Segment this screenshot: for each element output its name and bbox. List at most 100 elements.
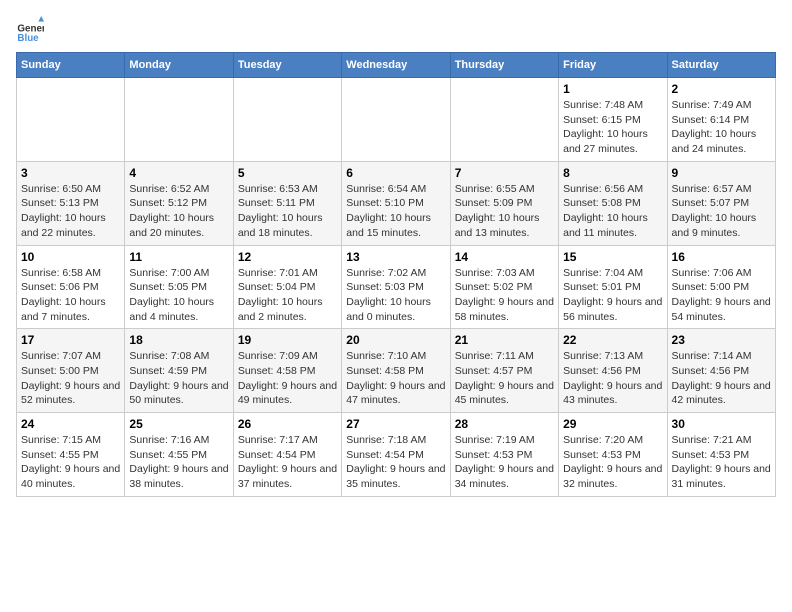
calendar-cell: 25 Sunrise: 7:16 AMSunset: 4:55 PMDayligh… [125, 413, 233, 497]
cell-day-number: 18 [129, 333, 228, 347]
cell-day-number: 23 [672, 333, 771, 347]
cell-day-number: 26 [238, 417, 337, 431]
cell-day-number: 1 [563, 82, 662, 96]
calendar-week-row: 17 Sunrise: 7:07 AMSunset: 5:00 PMDayligh… [17, 329, 776, 413]
cell-info: Sunrise: 7:03 AMSunset: 5:02 PMDaylight:… [455, 266, 554, 325]
calendar-cell: 23 Sunrise: 7:14 AMSunset: 4:56 PMDayligh… [667, 329, 775, 413]
calendar-cell: 18 Sunrise: 7:08 AMSunset: 4:59 PMDayligh… [125, 329, 233, 413]
cell-day-number: 17 [21, 333, 120, 347]
calendar-cell: 21 Sunrise: 7:11 AMSunset: 4:57 PMDayligh… [450, 329, 558, 413]
dow-header: Thursday [450, 53, 558, 78]
cell-day-number: 15 [563, 250, 662, 264]
cell-info: Sunrise: 6:58 AMSunset: 5:06 PMDaylight:… [21, 266, 120, 325]
calendar-cell: 6 Sunrise: 6:54 AMSunset: 5:10 PMDaylight… [342, 161, 450, 245]
calendar-week-row: 1Sunrise: 7:48 AMSunset: 6:15 PMDaylight… [17, 78, 776, 162]
calendar-cell [125, 78, 233, 162]
calendar-cell: 24 Sunrise: 7:15 AMSunset: 4:55 PMDayligh… [17, 413, 125, 497]
cell-info: Sunrise: 7:11 AMSunset: 4:57 PMDaylight:… [455, 349, 554, 408]
calendar-cell: 4 Sunrise: 6:52 AMSunset: 5:12 PMDaylight… [125, 161, 233, 245]
calendar-cell [450, 78, 558, 162]
cell-info: Sunrise: 7:13 AMSunset: 4:56 PMDaylight:… [563, 349, 662, 408]
cell-day-number: 9 [672, 166, 771, 180]
dow-header: Sunday [17, 53, 125, 78]
dow-header: Saturday [667, 53, 775, 78]
header-area: General Blue [16, 16, 776, 44]
cell-day-number: 25 [129, 417, 228, 431]
calendar-cell: 27 Sunrise: 7:18 AMSunset: 4:54 PMDayligh… [342, 413, 450, 497]
calendar-cell: 13 Sunrise: 7:02 AMSunset: 5:03 PMDayligh… [342, 245, 450, 329]
cell-day-number: 8 [563, 166, 662, 180]
cell-info: Sunrise: 6:50 AMSunset: 5:13 PMDaylight:… [21, 182, 120, 241]
cell-info: Sunrise: 6:55 AMSunset: 5:09 PMDaylight:… [455, 182, 554, 241]
cell-day-number: 19 [238, 333, 337, 347]
cell-info: Sunrise: 7:18 AMSunset: 4:54 PMDaylight:… [346, 433, 445, 492]
calendar-cell: 7 Sunrise: 6:55 AMSunset: 5:09 PMDaylight… [450, 161, 558, 245]
cell-info: Sunrise: 7:00 AMSunset: 5:05 PMDaylight:… [129, 266, 228, 325]
cell-day-number: 3 [21, 166, 120, 180]
cell-info: Sunrise: 7:09 AMSunset: 4:58 PMDaylight:… [238, 349, 337, 408]
cell-day-number: 16 [672, 250, 771, 264]
calendar-cell: 14 Sunrise: 7:03 AMSunset: 5:02 PMDayligh… [450, 245, 558, 329]
cell-day-number: 7 [455, 166, 554, 180]
cell-day-number: 28 [455, 417, 554, 431]
cell-day-number: 27 [346, 417, 445, 431]
cell-info: Sunrise: 6:54 AMSunset: 5:10 PMDaylight:… [346, 182, 445, 241]
logo: General Blue [16, 16, 48, 44]
cell-day-number: 11 [129, 250, 228, 264]
cell-info: Sunrise: 7:19 AMSunset: 4:53 PMDaylight:… [455, 433, 554, 492]
calendar-cell: 1Sunrise: 7:48 AMSunset: 6:15 PMDaylight… [559, 78, 667, 162]
cell-info: Sunrise: 7:15 AMSunset: 4:55 PMDaylight:… [21, 433, 120, 492]
calendar-cell: 10 Sunrise: 6:58 AMSunset: 5:06 PMDayligh… [17, 245, 125, 329]
cell-info: Sunrise: 7:04 AMSunset: 5:01 PMDaylight:… [563, 266, 662, 325]
cell-day-number: 29 [563, 417, 662, 431]
cell-info: Sunrise: 7:10 AMSunset: 4:58 PMDaylight:… [346, 349, 445, 408]
cell-day-number: 5 [238, 166, 337, 180]
svg-text:Blue: Blue [17, 33, 39, 44]
cell-day-number: 12 [238, 250, 337, 264]
cell-day-number: 4 [129, 166, 228, 180]
cell-info: Sunrise: 7:06 AMSunset: 5:00 PMDaylight:… [672, 266, 771, 325]
cell-day-number: 24 [21, 417, 120, 431]
cell-day-number: 14 [455, 250, 554, 264]
dow-header: Monday [125, 53, 233, 78]
calendar-cell: 8 Sunrise: 6:56 AMSunset: 5:08 PMDaylight… [559, 161, 667, 245]
calendar-cell: 26Sunrise: 7:17 AMSunset: 4:54 PMDayligh… [233, 413, 341, 497]
cell-info: Sunrise: 7:14 AMSunset: 4:56 PMDaylight:… [672, 349, 771, 408]
cell-day-number: 10 [21, 250, 120, 264]
cell-day-number: 21 [455, 333, 554, 347]
cell-info: Sunrise: 7:08 AMSunset: 4:59 PMDaylight:… [129, 349, 228, 408]
calendar-cell: 22 Sunrise: 7:13 AMSunset: 4:56 PMDayligh… [559, 329, 667, 413]
cell-info: Sunrise: 7:07 AMSunset: 5:00 PMDaylight:… [21, 349, 120, 408]
calendar-cell: 29 Sunrise: 7:20 AMSunset: 4:53 PMDayligh… [559, 413, 667, 497]
calendar-cell: 9 Sunrise: 6:57 AMSunset: 5:07 PMDaylight… [667, 161, 775, 245]
dow-header: Friday [559, 53, 667, 78]
calendar-cell: 16 Sunrise: 7:06 AMSunset: 5:00 PMDayligh… [667, 245, 775, 329]
calendar-cell: 2 Sunrise: 7:49 AMSunset: 6:14 PMDaylight… [667, 78, 775, 162]
calendar-week-row: 3 Sunrise: 6:50 AMSunset: 5:13 PMDaylight… [17, 161, 776, 245]
calendar-cell [342, 78, 450, 162]
calendar-cell: 5Sunrise: 6:53 AMSunset: 5:11 PMDaylight… [233, 161, 341, 245]
cell-day-number: 20 [346, 333, 445, 347]
cell-info: Sunrise: 7:20 AMSunset: 4:53 PMDaylight:… [563, 433, 662, 492]
cell-info: Sunrise: 6:57 AMSunset: 5:07 PMDaylight:… [672, 182, 771, 241]
cell-day-number: 13 [346, 250, 445, 264]
calendar-cell: 12Sunrise: 7:01 AMSunset: 5:04 PMDayligh… [233, 245, 341, 329]
calendar-week-row: 10 Sunrise: 6:58 AMSunset: 5:06 PMDayligh… [17, 245, 776, 329]
calendar-cell: 28 Sunrise: 7:19 AMSunset: 4:53 PMDayligh… [450, 413, 558, 497]
calendar-cell: 30Sunrise: 7:21 AMSunset: 4:53 PMDayligh… [667, 413, 775, 497]
calendar-week-row: 24 Sunrise: 7:15 AMSunset: 4:55 PMDayligh… [17, 413, 776, 497]
cell-info: Sunrise: 7:49 AMSunset: 6:14 PMDaylight:… [672, 98, 771, 157]
cell-info: Sunrise: 6:52 AMSunset: 5:12 PMDaylight:… [129, 182, 228, 241]
cell-day-number: 2 [672, 82, 771, 96]
cell-day-number: 6 [346, 166, 445, 180]
calendar: SundayMondayTuesdayWednesdayThursdayFrid… [16, 52, 776, 497]
cell-info: Sunrise: 6:56 AMSunset: 5:08 PMDaylight:… [563, 182, 662, 241]
logo-icon: General Blue [16, 16, 44, 44]
day-of-week-row: SundayMondayTuesdayWednesdayThursdayFrid… [17, 53, 776, 78]
cell-day-number: 22 [563, 333, 662, 347]
cell-info: Sunrise: 7:16 AMSunset: 4:55 PMDaylight:… [129, 433, 228, 492]
calendar-cell: 20 Sunrise: 7:10 AMSunset: 4:58 PMDayligh… [342, 329, 450, 413]
calendar-cell: 17 Sunrise: 7:07 AMSunset: 5:00 PMDayligh… [17, 329, 125, 413]
cell-info: Sunrise: 7:02 AMSunset: 5:03 PMDaylight:… [346, 266, 445, 325]
calendar-body: 1Sunrise: 7:48 AMSunset: 6:15 PMDaylight… [17, 78, 776, 497]
